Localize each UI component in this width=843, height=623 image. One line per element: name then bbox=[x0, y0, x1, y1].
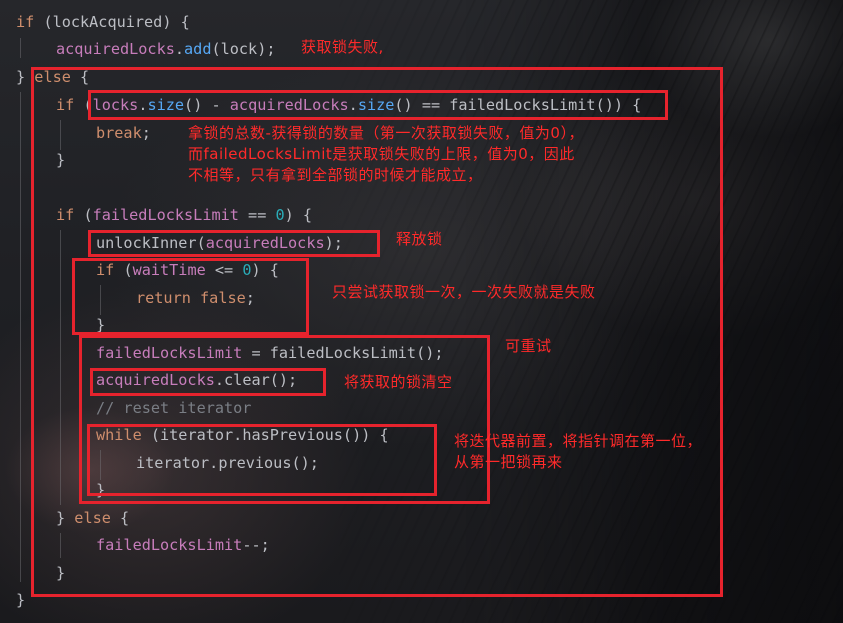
annotation-try-once: 只尝试获取锁一次，一次失败就是失败 bbox=[332, 283, 596, 301]
annotation-retry: 可重试 bbox=[505, 337, 552, 355]
annotation-box-waittime bbox=[72, 258, 309, 335]
variable: lockAcquired bbox=[52, 13, 163, 31]
code-line-22[interactable]: } bbox=[16, 590, 25, 610]
annotation-total-note: 拿锁的总数-获得锁的数量（第一次获取锁失败，值为0）， 而failedLocks… bbox=[188, 124, 584, 184]
brace: } bbox=[16, 591, 26, 609]
annotation-iterator: 将迭代器前置，将指针调在第一位， 从第一把锁再来 bbox=[454, 432, 703, 471]
brace: } bbox=[16, 68, 26, 86]
annotation-box-condition bbox=[88, 90, 668, 120]
code-line-1[interactable]: if (lockAcquired) { bbox=[16, 12, 190, 32]
annotation-box-clear bbox=[90, 368, 326, 396]
keyword: if bbox=[16, 13, 35, 31]
annotation-box-iterator bbox=[87, 424, 437, 496]
paren: ( bbox=[211, 40, 221, 58]
dot: . bbox=[174, 40, 185, 58]
paren: ); bbox=[257, 40, 276, 58]
paren: ) { bbox=[162, 13, 190, 31]
code-line-2[interactable]: acquiredLocks.add(lock); bbox=[56, 39, 276, 59]
indent-guide bbox=[20, 38, 21, 58]
indent-guide bbox=[20, 92, 21, 582]
annotation-box-unlock bbox=[88, 230, 380, 257]
annotation-acquire-fail: 获取锁失败, bbox=[301, 38, 384, 56]
paren: ( bbox=[34, 13, 53, 31]
field: acquiredLocks bbox=[56, 40, 175, 58]
argument: lock bbox=[220, 40, 258, 58]
method: add bbox=[184, 40, 212, 58]
annotation-clear: 将获取的锁清空 bbox=[344, 373, 453, 391]
annotation-release: 释放锁 bbox=[396, 230, 443, 248]
